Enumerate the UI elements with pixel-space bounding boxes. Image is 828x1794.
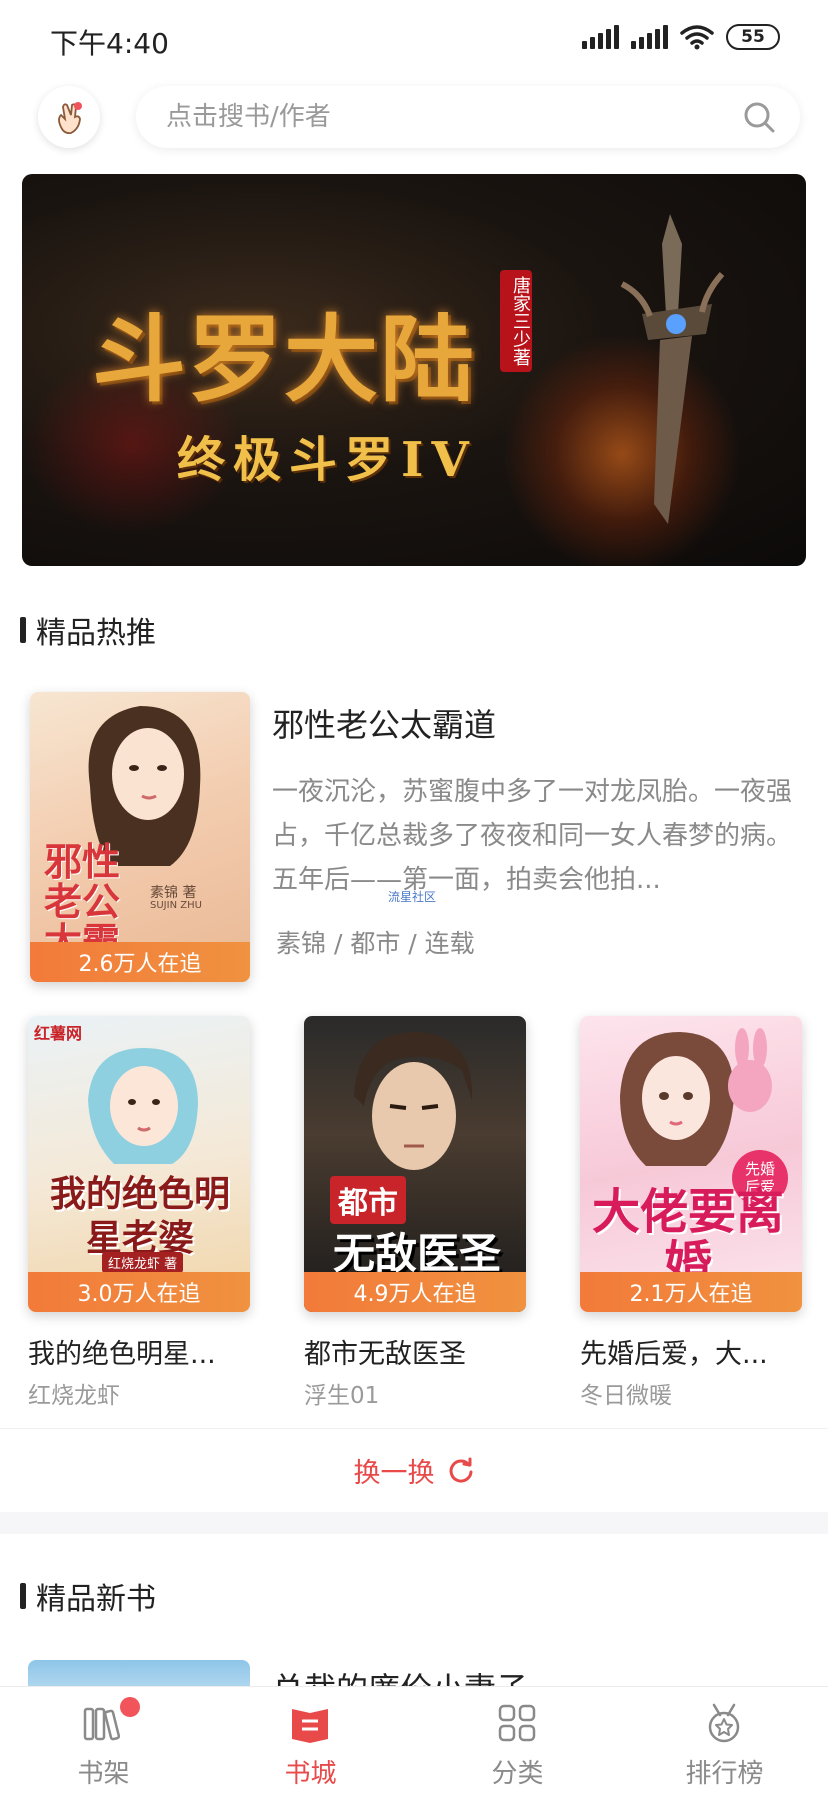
- book-meta: 素锦 / 都市 / 连载: [276, 929, 475, 958]
- nav-category[interactable]: 分类: [414, 1687, 621, 1794]
- section-title: 精品热推: [36, 616, 156, 651]
- search-icon[interactable]: [742, 100, 776, 134]
- follow-count: 2.6万人在追: [30, 942, 250, 982]
- book-title[interactable]: 邪性老公太霸道: [272, 700, 496, 746]
- cover-illustration: [354, 1032, 473, 1170]
- bottom-nav: 书架 书城 分类 排行榜: [0, 1686, 828, 1794]
- search-row: [0, 86, 828, 152]
- featured-book[interactable]: 邪性老公太霸道 素锦 著 SUJIN ZHU 2.6万人在追 邪性老公太霸道 一…: [28, 692, 804, 982]
- status-bar: 下午4:40 55: [0, 0, 828, 78]
- nav-label: 书架: [77, 1759, 130, 1789]
- refresh-label: 换一换: [353, 1457, 435, 1489]
- search-input[interactable]: [166, 100, 726, 134]
- cover-author: 素锦 著: [150, 885, 197, 901]
- book-cover[interactable]: 都市 无敌医圣 4.9万人在追: [304, 1016, 526, 1312]
- book-open-icon: [292, 1709, 328, 1743]
- refresh-icon: [449, 1457, 472, 1483]
- follow-count: 3.0万人在追: [28, 1272, 250, 1312]
- cover-title: 我的绝色明星老婆: [49, 1173, 230, 1259]
- banner-title: 斗罗大陆: [92, 305, 477, 415]
- cover-tag: 红烧龙虾 著: [102, 1252, 184, 1273]
- banner-subtitle: 终极斗罗IV: [177, 432, 477, 488]
- book-description: 一夜沉沦，苏蜜腹中多了一对龙凤胎。一夜强占，千亿总裁多了夜夜和同一女人春梦的病。…: [272, 777, 793, 895]
- book-author: 红烧龙虾: [28, 1383, 120, 1409]
- book-author: 浮生01: [304, 1383, 380, 1409]
- signal-icon: [631, 25, 668, 49]
- watermark: 流星社区: [388, 890, 437, 904]
- cover-title-a: 都市: [330, 1176, 406, 1224]
- banner-author: 唐家三少著: [500, 270, 532, 372]
- cover-badge: 红薯网: [34, 1024, 83, 1043]
- search-bar[interactable]: [136, 86, 800, 148]
- sword-illustration: [620, 214, 725, 524]
- section-header-new: 精品新书: [20, 1574, 156, 1618]
- cover-author-en: SUJIN ZHU: [150, 900, 202, 911]
- nav-bookshelf[interactable]: 书架: [0, 1687, 207, 1794]
- signal-icon: [582, 25, 619, 49]
- status-icons: 55: [582, 24, 780, 50]
- book-title[interactable]: 都市无敌医圣: [304, 1332, 466, 1371]
- book-title[interactable]: 先婚后爱，大...: [580, 1332, 768, 1371]
- nav-label: 书城: [284, 1759, 337, 1789]
- nav-ranking[interactable]: 排行榜: [621, 1687, 828, 1794]
- book-cover[interactable]: 红薯网 我的绝色明星老婆 红烧龙虾 著 3.0万人在追: [28, 1016, 250, 1312]
- nav-label: 分类: [491, 1759, 544, 1789]
- refresh-button[interactable]: 换一换: [0, 1448, 828, 1492]
- book-author: 冬日微暖: [580, 1383, 672, 1409]
- nav-bookstore[interactable]: 书城: [207, 1687, 414, 1794]
- grid-icon: [498, 1704, 536, 1742]
- banner-carousel[interactable]: 斗罗大陆 终极斗罗IV 唐家三少著: [22, 174, 806, 566]
- book-grid: 红薯网 我的绝色明星老婆 红烧龙虾 著 3.0万人在追 我的绝色明星... 红烧…: [0, 1016, 828, 1416]
- nav-label: 排行榜: [685, 1759, 764, 1789]
- follow-count: 2.1万人在追: [580, 1272, 802, 1312]
- battery-icon: 55: [726, 24, 780, 50]
- section-divider: [0, 1512, 828, 1534]
- wifi-icon: [680, 25, 714, 50]
- medal-icon: [708, 1703, 740, 1743]
- divider: [0, 1428, 828, 1429]
- hand-gesture-icon[interactable]: [38, 86, 100, 148]
- cover-illustration: [88, 1048, 198, 1164]
- follow-count: 4.9万人在追: [304, 1272, 526, 1312]
- book-cover[interactable]: 先婚后爱 大佬要离婚 2.1万人在追: [580, 1016, 802, 1312]
- section-header-hot: 精品热推: [20, 608, 156, 652]
- book-title[interactable]: 我的绝色明星...: [28, 1332, 216, 1371]
- bookshelf-icon: [83, 1707, 121, 1741]
- book-cover[interactable]: 邪性老公太霸道 素锦 著 SUJIN ZHU 2.6万人在追: [30, 692, 250, 982]
- section-title: 精品新书: [36, 1582, 156, 1617]
- status-time: 下午4:40: [50, 27, 169, 60]
- notification-badge: [120, 1697, 140, 1717]
